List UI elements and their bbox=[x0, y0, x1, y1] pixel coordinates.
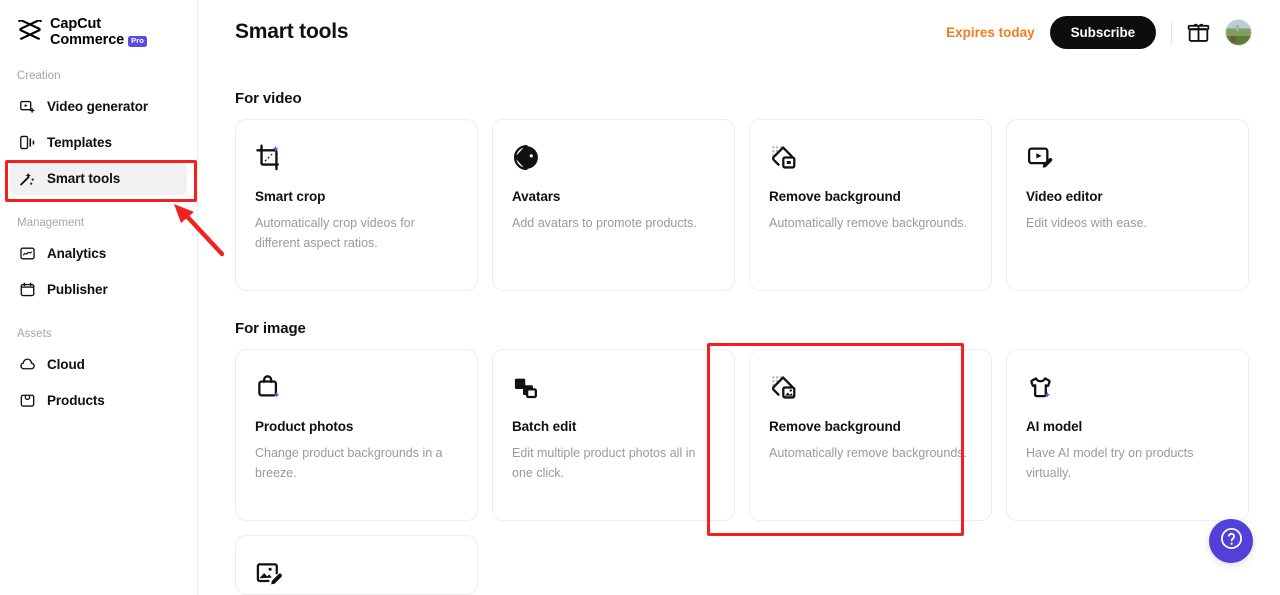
gift-icon[interactable] bbox=[1187, 21, 1210, 44]
tool-card-title: Avatars bbox=[512, 189, 715, 204]
smart-tools-icon bbox=[19, 170, 36, 187]
remove-background-icon bbox=[769, 373, 798, 402]
sidebar-item-label: Cloud bbox=[47, 357, 85, 372]
sidebar-group-label-assets: Assets bbox=[10, 328, 187, 340]
sidebar-item-label: Products bbox=[47, 393, 105, 408]
card-grid-for-image: Product photos Change product background… bbox=[235, 349, 1250, 521]
tool-card-image-editor[interactable] bbox=[235, 535, 478, 595]
sidebar: CapCut Commerce Pro Creation Video gener… bbox=[0, 0, 198, 595]
batch-edit-icon bbox=[512, 373, 541, 402]
tool-card-desc: Add avatars to promote products. bbox=[512, 213, 715, 233]
toolbar-divider bbox=[1171, 21, 1172, 44]
smart-crop-icon bbox=[255, 143, 284, 172]
cloud-icon bbox=[19, 356, 36, 373]
products-icon bbox=[19, 392, 36, 409]
sidebar-item-smart-tools[interactable]: Smart tools bbox=[10, 161, 187, 195]
sidebar-item-products[interactable]: Products bbox=[10, 383, 187, 417]
sidebar-item-label: Templates bbox=[47, 135, 112, 150]
image-edit-icon bbox=[255, 559, 284, 588]
tool-card-title: Video editor bbox=[1026, 189, 1229, 204]
tool-card-video-editor[interactable]: Video editor Edit videos with ease. bbox=[1006, 119, 1249, 291]
tool-card-desc: Have AI model try on products virtually. bbox=[1026, 443, 1229, 483]
avatar[interactable] bbox=[1225, 19, 1252, 46]
brand-name-line2: Commerce bbox=[50, 33, 124, 49]
section-title-for-image: For image bbox=[235, 320, 1250, 337]
tool-card-title: AI model bbox=[1026, 419, 1229, 434]
tool-card-title: Product photos bbox=[255, 419, 458, 434]
pro-badge: Pro bbox=[128, 36, 147, 47]
sidebar-group-label-creation: Creation bbox=[10, 70, 187, 82]
sidebar-item-label: Video generator bbox=[47, 99, 148, 114]
sidebar-item-label: Analytics bbox=[47, 246, 106, 261]
top-bar: Smart tools Expires today Subscribe bbox=[198, 0, 1280, 64]
tool-card-desc: Edit videos with ease. bbox=[1026, 213, 1229, 233]
ai-model-icon bbox=[1026, 373, 1055, 402]
tool-card-ai-model[interactable]: AI model Have AI model try on products v… bbox=[1006, 349, 1249, 521]
page-title: Smart tools bbox=[235, 20, 348, 44]
tool-card-remove-background-video[interactable]: Remove background Automatically remove b… bbox=[749, 119, 992, 291]
avatars-icon bbox=[512, 143, 541, 172]
tool-card-smart-crop[interactable]: Smart crop Automatically crop videos for… bbox=[235, 119, 478, 291]
tool-card-desc: Edit multiple product photos all in one … bbox=[512, 443, 715, 483]
app-root: CapCut Commerce Pro Creation Video gener… bbox=[0, 0, 1280, 595]
top-bar-actions: Expires today Subscribe bbox=[946, 16, 1252, 49]
main-content: Smart tools Expires today Subscribe bbox=[198, 0, 1280, 595]
help-button[interactable] bbox=[1209, 519, 1253, 563]
video-editor-icon bbox=[1026, 143, 1055, 172]
tool-card-title: Remove background bbox=[769, 189, 972, 204]
sidebar-item-label: Publisher bbox=[47, 282, 108, 297]
tool-card-desc: Automatically crop videos for different … bbox=[255, 213, 458, 253]
capcut-logo-icon bbox=[17, 20, 43, 46]
card-grid-for-video: Smart crop Automatically crop videos for… bbox=[235, 119, 1250, 291]
publisher-icon bbox=[19, 281, 36, 298]
sidebar-item-publisher[interactable]: Publisher bbox=[10, 272, 187, 306]
sidebar-item-templates[interactable]: Templates bbox=[10, 125, 187, 159]
sidebar-group-label-management: Management bbox=[10, 217, 187, 229]
tool-card-desc: Change product backgrounds in a breeze. bbox=[255, 443, 458, 483]
brand-name-line1: CapCut bbox=[50, 17, 147, 33]
section-title-for-video: For video bbox=[235, 90, 1250, 107]
tool-card-avatars[interactable]: Avatars Add avatars to promote products. bbox=[492, 119, 735, 291]
templates-icon bbox=[19, 134, 36, 151]
video-generator-icon bbox=[19, 98, 36, 115]
tool-card-product-photos[interactable]: Product photos Change product background… bbox=[235, 349, 478, 521]
sidebar-item-label: Smart tools bbox=[47, 171, 120, 186]
tool-card-title: Batch edit bbox=[512, 419, 715, 434]
expires-label[interactable]: Expires today bbox=[946, 25, 1035, 40]
tool-card-title: Remove background bbox=[769, 419, 972, 434]
sidebar-item-cloud[interactable]: Cloud bbox=[10, 347, 187, 381]
analytics-icon bbox=[19, 245, 36, 262]
card-grid-partial-row bbox=[235, 535, 1250, 595]
tools-content: For video Smart crop Automatically crop … bbox=[198, 90, 1280, 595]
sidebar-item-analytics[interactable]: Analytics bbox=[10, 236, 187, 270]
tool-card-desc: Automatically remove backgrounds. bbox=[769, 213, 972, 233]
remove-background-icon bbox=[769, 143, 798, 172]
help-question-icon bbox=[1219, 526, 1244, 556]
brand-logo[interactable]: CapCut Commerce Pro bbox=[10, 0, 187, 48]
product-photos-icon bbox=[255, 373, 284, 402]
tool-card-desc: Automatically remove backgrounds. bbox=[769, 443, 972, 463]
subscribe-button[interactable]: Subscribe bbox=[1050, 16, 1156, 49]
tool-card-title: Smart crop bbox=[255, 189, 458, 204]
sidebar-item-video-generator[interactable]: Video generator bbox=[10, 89, 187, 123]
tool-card-remove-background-image[interactable]: Remove background Automatically remove b… bbox=[749, 349, 992, 521]
tool-card-batch-edit[interactable]: Batch edit Edit multiple product photos … bbox=[492, 349, 735, 521]
